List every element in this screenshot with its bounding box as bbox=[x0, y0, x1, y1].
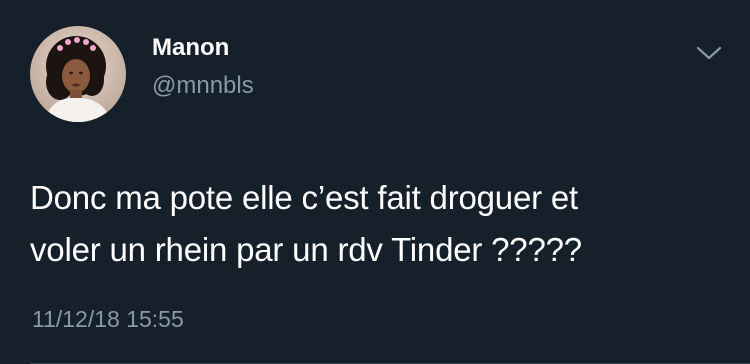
username-handle[interactable]: @mnnbls bbox=[152, 72, 254, 100]
tweet-text: Donc ma pote elle c’est fait droguer et … bbox=[30, 172, 730, 276]
avatar[interactable] bbox=[30, 26, 126, 122]
tweet-card: Manon @mnnbls Donc ma pote elle c’est fa… bbox=[0, 0, 750, 364]
tweet-text-line: Donc ma pote elle c’est fait droguer et bbox=[30, 179, 578, 216]
profile-photo-icon bbox=[30, 26, 126, 122]
display-name[interactable]: Manon bbox=[152, 34, 229, 62]
tweet-timestamp[interactable]: 11/12/18 15:55 bbox=[32, 306, 184, 333]
tweet-text-line: voler un rhein par un rdv Tinder ????? bbox=[30, 231, 582, 268]
chevron-down-icon[interactable] bbox=[694, 40, 724, 64]
